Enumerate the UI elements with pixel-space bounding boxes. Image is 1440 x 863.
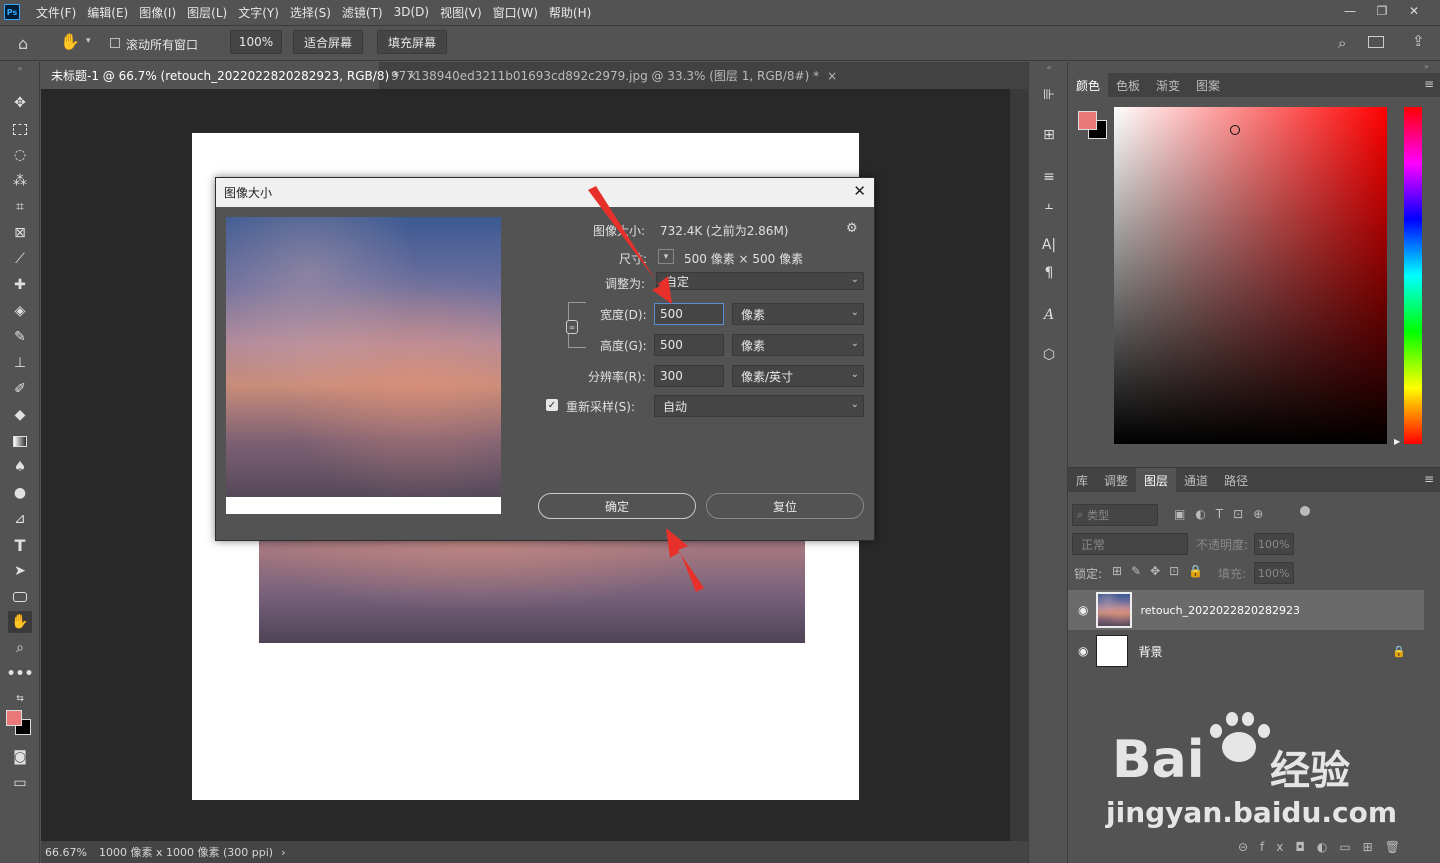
arrow-to-width-field <box>588 186 672 304</box>
arrow-to-ok-button <box>666 528 704 592</box>
watermark-brand-suffix: 经验 <box>1270 748 1350 794</box>
watermark-brand: Bai <box>1112 730 1205 790</box>
foreground-color-swatch[interactable] <box>6 710 22 726</box>
baidu-paw-icon <box>1208 710 1270 770</box>
watermark-url: jingyan.baidu.com <box>1106 796 1398 829</box>
baidu-watermark: Bai 经验 jingyan.baidu.com <box>1100 700 1397 840</box>
